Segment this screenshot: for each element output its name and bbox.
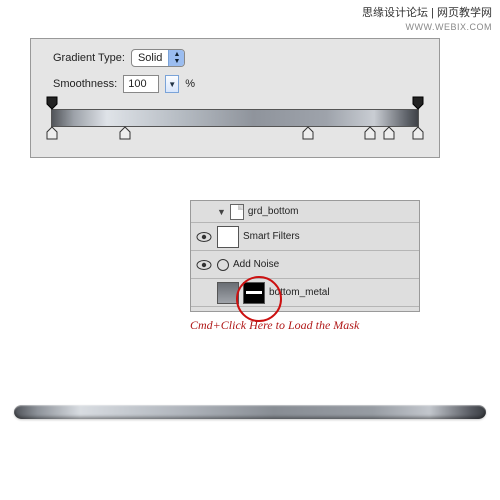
visibility-eye-icon[interactable]: [196, 259, 212, 271]
gradient-type-label: Gradient Type:: [53, 52, 125, 64]
rendered-gradient-bar: [14, 405, 486, 419]
watermark-line1: 思缘设计论坛 | 网页教学网: [362, 6, 492, 20]
filter-row[interactable]: Add Noise: [191, 251, 419, 279]
smoothness-dropdown-button[interactable]: ▼: [165, 75, 179, 93]
stepper-icon: ▲▼: [168, 49, 184, 67]
chevron-down-icon: ▼: [217, 207, 226, 217]
smart-filters-label: Smart Filters: [243, 231, 300, 242]
smart-object-icon: [230, 204, 244, 220]
color-stop[interactable]: [364, 126, 376, 140]
percent-label: %: [185, 78, 195, 90]
smoothness-input[interactable]: 100: [123, 75, 159, 93]
smart-filters-mask-thumb[interactable]: [217, 226, 239, 248]
base-layer-name: bottom_metal: [269, 287, 330, 298]
chevron-down-icon: ▼: [168, 80, 176, 89]
filter-effects-icon[interactable]: [217, 259, 229, 271]
annotation-text: Cmd+Click Here to Load the Mask: [190, 318, 359, 333]
color-stop[interactable]: [46, 126, 58, 140]
color-stop[interactable]: [412, 126, 424, 140]
filter-name: Add Noise: [233, 259, 279, 270]
smoothness-label: Smoothness:: [53, 78, 117, 90]
visibility-eye-icon[interactable]: [196, 231, 212, 243]
gradient-bar[interactable]: [51, 109, 419, 127]
color-stop[interactable]: [119, 126, 131, 140]
gradient-type-value: Solid: [132, 52, 168, 64]
watermark: 思缘设计论坛 | 网页教学网 WWW.WEBIX.COM: [362, 6, 492, 34]
opacity-stop[interactable]: [412, 96, 424, 110]
opacity-stop[interactable]: [46, 96, 58, 110]
layer-mask-thumbnail[interactable]: [243, 282, 265, 304]
layer-thumbnail[interactable]: [217, 282, 239, 304]
base-layer-row[interactable]: bottom_metal: [191, 279, 419, 307]
color-stop[interactable]: [383, 126, 395, 140]
color-stop[interactable]: [302, 126, 314, 140]
layers-panel: ▼ grd_bottom Smart Filters Add Noise bot…: [190, 200, 420, 312]
layer-group-name: grd_bottom: [248, 206, 299, 217]
smart-filters-row[interactable]: Smart Filters: [191, 223, 419, 251]
gradient-editor-panel: Gradient Type: Solid ▲▼ Smoothness: 100 …: [30, 38, 440, 158]
watermark-line2: WWW.WEBIX.COM: [362, 20, 492, 34]
layer-group-row[interactable]: ▼ grd_bottom: [191, 201, 419, 223]
gradient-type-select[interactable]: Solid ▲▼: [131, 49, 185, 67]
